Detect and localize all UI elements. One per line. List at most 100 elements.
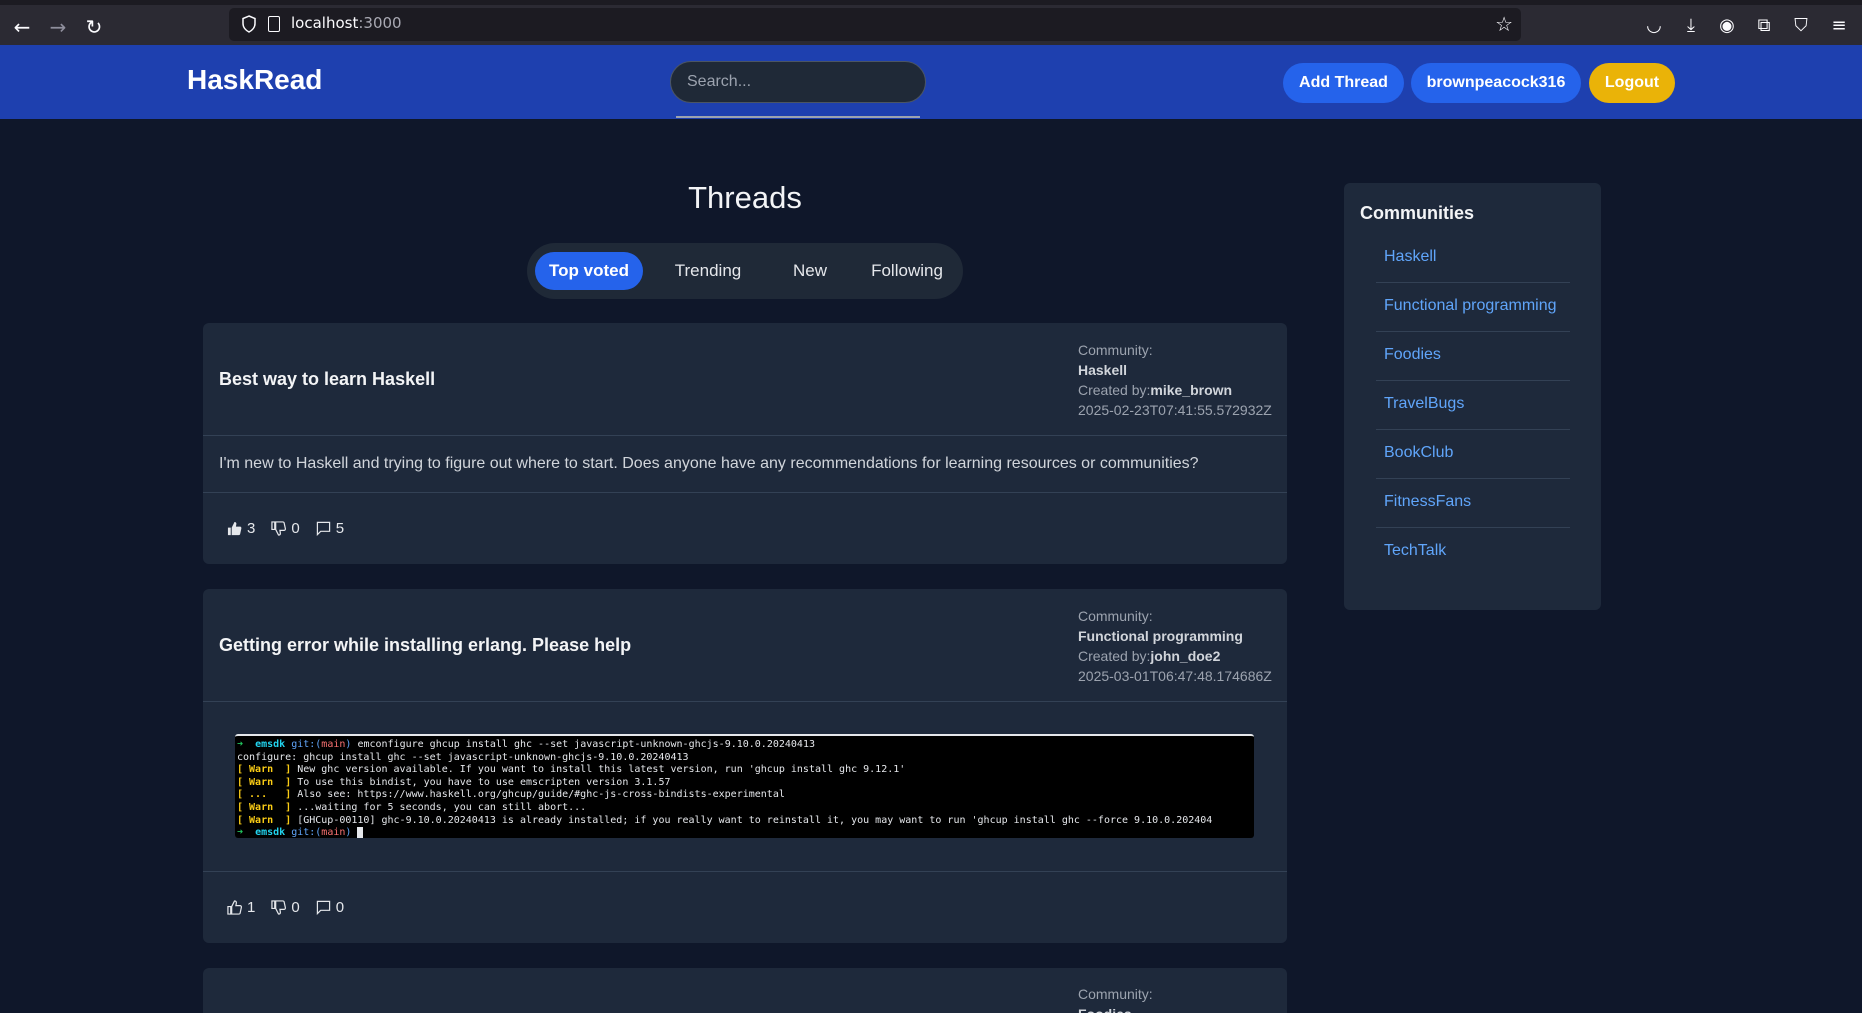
divider xyxy=(203,492,1287,493)
communities-sidebar: Communities Haskell Functional programmi… xyxy=(1344,183,1601,610)
sidebar-item-label[interactable]: Haskell xyxy=(1384,248,1436,266)
terminal-cursor xyxy=(357,827,364,838)
author-name[interactable]: john_doe2 xyxy=(1150,648,1220,664)
thread-meta: Community: Foodies xyxy=(1078,984,1153,1013)
thumbs-up-icon xyxy=(227,900,242,915)
url-text[interactable]: localhost:3000 xyxy=(291,14,402,32)
sidebar-item-bookclub[interactable]: BookClub xyxy=(1376,430,1570,479)
url-bar[interactable]: localhost:3000 ☆ xyxy=(229,8,1521,41)
author-name[interactable]: mike_brown xyxy=(1150,382,1232,398)
thread-card[interactable]: Best way to learn Haskell Community: Has… xyxy=(203,323,1287,564)
search-input[interactable] xyxy=(671,62,925,102)
upvote-button[interactable]: 3 xyxy=(227,520,255,537)
comment-count: 0 xyxy=(335,899,345,916)
sidebar-title: Communities xyxy=(1360,203,1475,223)
created-by-label: Created by: xyxy=(1078,648,1151,664)
browser-toolbar: ← → ↻ localhost:3000 ☆ ◡ ⤓ ◉ ⧉ ⛉ ≡ xyxy=(0,0,1862,45)
terminal-line: [ Warn ] [GHCup-00110] ghc-9.10.0.202404… xyxy=(237,814,1213,826)
divider xyxy=(203,701,1287,702)
app-header: HaskRead Add Thread brownpeacock316 Logo… xyxy=(0,45,1862,119)
community-name[interactable]: Functional programming xyxy=(1078,626,1272,646)
sidebar-item-travelbugs[interactable]: TravelBugs xyxy=(1376,381,1570,430)
bookmark-star-icon[interactable]: ☆ xyxy=(1495,12,1513,36)
tab-following[interactable]: Following xyxy=(859,252,955,290)
downvote-button[interactable]: 0 xyxy=(271,520,300,537)
thread-card[interactable]: Getting error while installing erlang. P… xyxy=(203,589,1287,943)
sidebar-item-haskell[interactable]: Haskell xyxy=(1376,234,1570,283)
community-label: Community: xyxy=(1078,342,1153,358)
thread-actions: 1 0 0 xyxy=(227,899,344,916)
tab-top-voted[interactable]: Top voted xyxy=(535,252,643,290)
reload-icon[interactable]: ↻ xyxy=(80,13,108,41)
community-label: Community: xyxy=(1078,608,1153,624)
upvote-count: 3 xyxy=(247,520,256,537)
search-underline xyxy=(676,116,920,118)
comments-button[interactable]: 5 xyxy=(316,520,344,537)
pocket-icon[interactable]: ◡ xyxy=(1641,13,1667,39)
comments-button[interactable]: 0 xyxy=(316,899,344,916)
terminal-line: [ ... ] Also see: https://www.haskell.or… xyxy=(237,789,785,801)
thumbs-down-icon xyxy=(271,521,287,536)
terminal-line: ➜ emsdk git:(main) xyxy=(237,827,1252,838)
thread-actions: 3 0 5 xyxy=(227,520,344,537)
logout-button[interactable]: Logout xyxy=(1589,63,1675,103)
sidebar-item-functional-programming[interactable]: Functional programming xyxy=(1376,283,1570,332)
downvote-count: 0 xyxy=(291,520,300,537)
user-profile-button[interactable]: brownpeacock316 xyxy=(1411,63,1581,103)
community-label: Community: xyxy=(1078,986,1153,1002)
downvote-count: 0 xyxy=(291,899,300,916)
upvote-button[interactable]: 1 xyxy=(227,899,255,916)
thread-body: I'm new to Haskell and trying to figure … xyxy=(219,455,1199,472)
sidebar-item-label[interactable]: Foodies xyxy=(1384,346,1441,364)
sidebar-item-label[interactable]: BookClub xyxy=(1384,444,1453,462)
page-icon xyxy=(268,16,280,32)
account-icon[interactable]: ◉ xyxy=(1714,13,1740,39)
download-icon[interactable]: ⤓ xyxy=(1678,13,1704,39)
logo[interactable]: HaskRead xyxy=(187,64,322,96)
divider xyxy=(203,871,1287,872)
menu-icon[interactable]: ≡ xyxy=(1826,13,1852,39)
community-name[interactable]: Foodies xyxy=(1078,1004,1153,1013)
thread-title[interactable]: Best way to learn Haskell xyxy=(219,369,435,390)
thumbs-up-filled-icon xyxy=(227,521,242,536)
sidebar-item-foodies[interactable]: Foodies xyxy=(1376,332,1570,381)
add-thread-button[interactable]: Add Thread xyxy=(1283,63,1404,103)
sidebar-item-label[interactable]: TechTalk xyxy=(1384,542,1446,560)
comment-icon xyxy=(316,900,330,915)
back-arrow-icon[interactable]: ← xyxy=(8,13,36,41)
terminal-screenshot: ➜ emsdk git:(main) emconfigure ghcup ins… xyxy=(235,734,1254,838)
terminal-line: [ Warn ] To use this bindist, you have t… xyxy=(237,776,671,788)
page-title: Threads xyxy=(688,180,802,215)
search-box[interactable] xyxy=(670,61,926,103)
community-name[interactable]: Haskell xyxy=(1078,360,1272,380)
comment-icon xyxy=(316,521,330,536)
upvote-count: 1 xyxy=(247,899,256,916)
sort-tabs: Top voted Trending New Following xyxy=(527,243,963,299)
thread-timestamp: 2025-02-23T07:41:55.572932Z xyxy=(1078,402,1272,418)
forward-arrow-icon[interactable]: → xyxy=(44,13,72,41)
thread-meta: Community: Haskell Created by:mike_brown… xyxy=(1078,340,1272,420)
tab-trending[interactable]: Trending xyxy=(655,252,761,290)
downvote-button[interactable]: 0 xyxy=(271,899,300,916)
comment-count: 5 xyxy=(335,520,345,537)
shield-icon[interactable] xyxy=(241,15,257,33)
thread-card[interactable]: Community: Foodies xyxy=(203,968,1287,1013)
sidebar-item-label[interactable]: TravelBugs xyxy=(1384,395,1464,413)
terminal-line: configure: ghcup install ghc --set javas… xyxy=(237,751,689,763)
terminal-line: [ Warn ] New ghc version available. If y… xyxy=(237,764,906,776)
sidebar-item-label[interactable]: Functional programming xyxy=(1384,297,1557,315)
thumbs-down-icon xyxy=(271,900,287,915)
sidebar-item-label[interactable]: FitnessFans xyxy=(1384,493,1471,511)
thread-title[interactable]: Getting error while installing erlang. P… xyxy=(219,635,631,656)
thread-meta: Community: Functional programming Create… xyxy=(1078,606,1272,686)
created-by-label: Created by: xyxy=(1078,382,1151,398)
extensions-icon[interactable]: ⧉ xyxy=(1751,13,1777,39)
thread-timestamp: 2025-03-01T06:47:48.174686Z xyxy=(1078,668,1272,684)
sidebar-item-fitnessfans[interactable]: FitnessFans xyxy=(1376,479,1570,528)
divider xyxy=(203,435,1287,436)
terminal-line: ➜ emsdk git:(main) emconfigure ghcup ins… xyxy=(237,739,815,750)
terminal-line: [ Warn ] ...waiting for 5 seconds, you c… xyxy=(237,801,587,813)
ublock-icon[interactable]: ⛉ xyxy=(1788,13,1814,39)
tab-new[interactable]: New xyxy=(772,252,848,290)
sidebar-item-techtalk[interactable]: TechTalk xyxy=(1376,528,1570,577)
